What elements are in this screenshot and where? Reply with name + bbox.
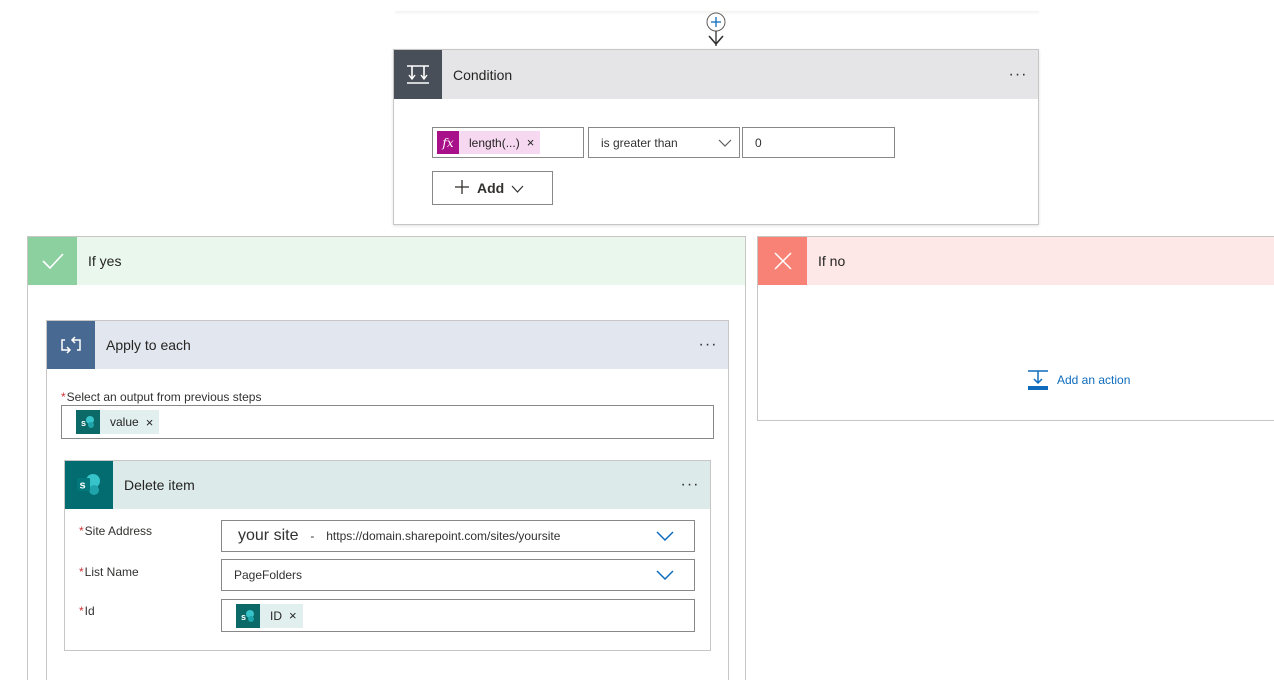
required-mark: * — [79, 524, 84, 538]
value-token-label: value — [110, 415, 139, 429]
site-address-url: https://domain.sharepoint.com/sites/your… — [326, 529, 561, 543]
loop-icon — [47, 321, 95, 369]
apply-to-each-title: Apply to each — [106, 337, 191, 353]
value-token-remove-button[interactable]: × — [146, 415, 154, 430]
condition-right-operand[interactable]: 0 — [742, 127, 895, 158]
condition-card: Condition ··· fx length(...) × is greate… — [393, 49, 1039, 225]
required-mark: * — [79, 604, 84, 618]
if-no-title: If no — [818, 253, 846, 269]
delete-item-title: Delete item — [124, 477, 195, 493]
site-address-label-text: Site Address — [84, 524, 153, 538]
add-condition-button[interactable]: Add — [432, 171, 553, 205]
expression-token-label: length(...) — [469, 135, 520, 150]
condition-left-operand[interactable]: fx length(...) × — [432, 127, 584, 158]
checkmark-icon — [28, 237, 77, 285]
site-address-label: *Site Address — [79, 524, 152, 538]
condition-row: fx length(...) × is greater than 0 — [432, 127, 895, 158]
condition-more-button[interactable]: ··· — [998, 66, 1038, 83]
required-mark: * — [79, 565, 84, 579]
sharepoint-icon: s — [236, 603, 260, 628]
apply-to-each-more-button[interactable]: ··· — [688, 337, 728, 353]
expression-token[interactable]: fx length(...) × — [437, 131, 541, 154]
apply-to-each-card: Apply to each ··· *Select an output from… — [46, 320, 729, 680]
site-address-separator: - — [310, 529, 315, 543]
apply-to-each-header[interactable]: Apply to each ··· — [47, 321, 728, 369]
sharepoint-icon: s — [65, 461, 113, 509]
operator-dropdown[interactable]: is greater than — [588, 127, 740, 158]
required-mark: * — [61, 390, 66, 404]
output-input[interactable]: s value × — [61, 405, 714, 439]
site-address-dropdown[interactable]: your site - https://domain.sharepoint.co… — [221, 520, 695, 552]
svg-text:s: s — [81, 418, 86, 428]
site-address-value: your site - https://domain.sharepoint.co… — [222, 527, 636, 545]
id-token[interactable]: s ID × — [236, 603, 303, 628]
list-name-dropdown[interactable]: PageFolders — [221, 559, 695, 591]
chevron-down-icon[interactable] — [636, 531, 694, 541]
add-action-button[interactable]: Add an action — [1026, 369, 1130, 391]
condition-value: 0 — [755, 135, 762, 150]
list-name-label: *List Name — [79, 565, 139, 579]
operator-value: is greater than — [601, 135, 678, 150]
condition-title: Condition — [453, 66, 513, 83]
list-name-label-text: List Name — [84, 565, 139, 579]
id-label-text: Id — [84, 604, 95, 618]
id-token-label: ID — [270, 608, 282, 623]
chevron-down-icon — [711, 139, 739, 147]
value-token[interactable]: s value × — [76, 410, 160, 434]
sharepoint-icon: s — [76, 410, 100, 434]
add-action-label: Add an action — [1057, 373, 1131, 387]
condition-header[interactable]: Condition ··· — [394, 50, 1038, 99]
id-token-remove-button[interactable]: × — [289, 608, 297, 623]
fx-icon: fx — [437, 131, 459, 154]
svg-text:s: s — [241, 612, 246, 622]
condition-icon — [394, 50, 442, 99]
add-condition-label: Add — [477, 180, 505, 196]
site-address-name: your site — [238, 527, 299, 544]
plus-icon — [454, 179, 470, 198]
output-label-text: Select an output from previous steps — [66, 390, 262, 404]
chevron-down-icon — [511, 180, 524, 196]
add-action-icon — [1028, 370, 1048, 390]
close-icon — [758, 237, 807, 285]
delete-item-header[interactable]: s Delete item ··· — [65, 461, 710, 509]
delete-item-card: s Delete item ··· *Site Address your sit… — [64, 460, 711, 651]
id-input[interactable]: s ID × — [221, 599, 695, 632]
if-no-header[interactable]: If no — [758, 237, 1274, 285]
if-no-branch: If no Add an action — [757, 236, 1274, 421]
expression-remove-button[interactable]: × — [527, 135, 535, 150]
output-field-label: *Select an output from previous steps — [61, 390, 261, 404]
if-yes-header[interactable]: If yes — [28, 237, 745, 285]
id-label: *Id — [79, 604, 95, 618]
insert-step-icon[interactable] — [705, 10, 727, 48]
if-yes-title: If yes — [88, 253, 122, 269]
chevron-down-icon[interactable] — [636, 570, 694, 580]
delete-item-more-button[interactable]: ··· — [670, 477, 710, 493]
list-name-value: PageFolders — [234, 568, 303, 582]
svg-text:s: s — [80, 480, 86, 492]
